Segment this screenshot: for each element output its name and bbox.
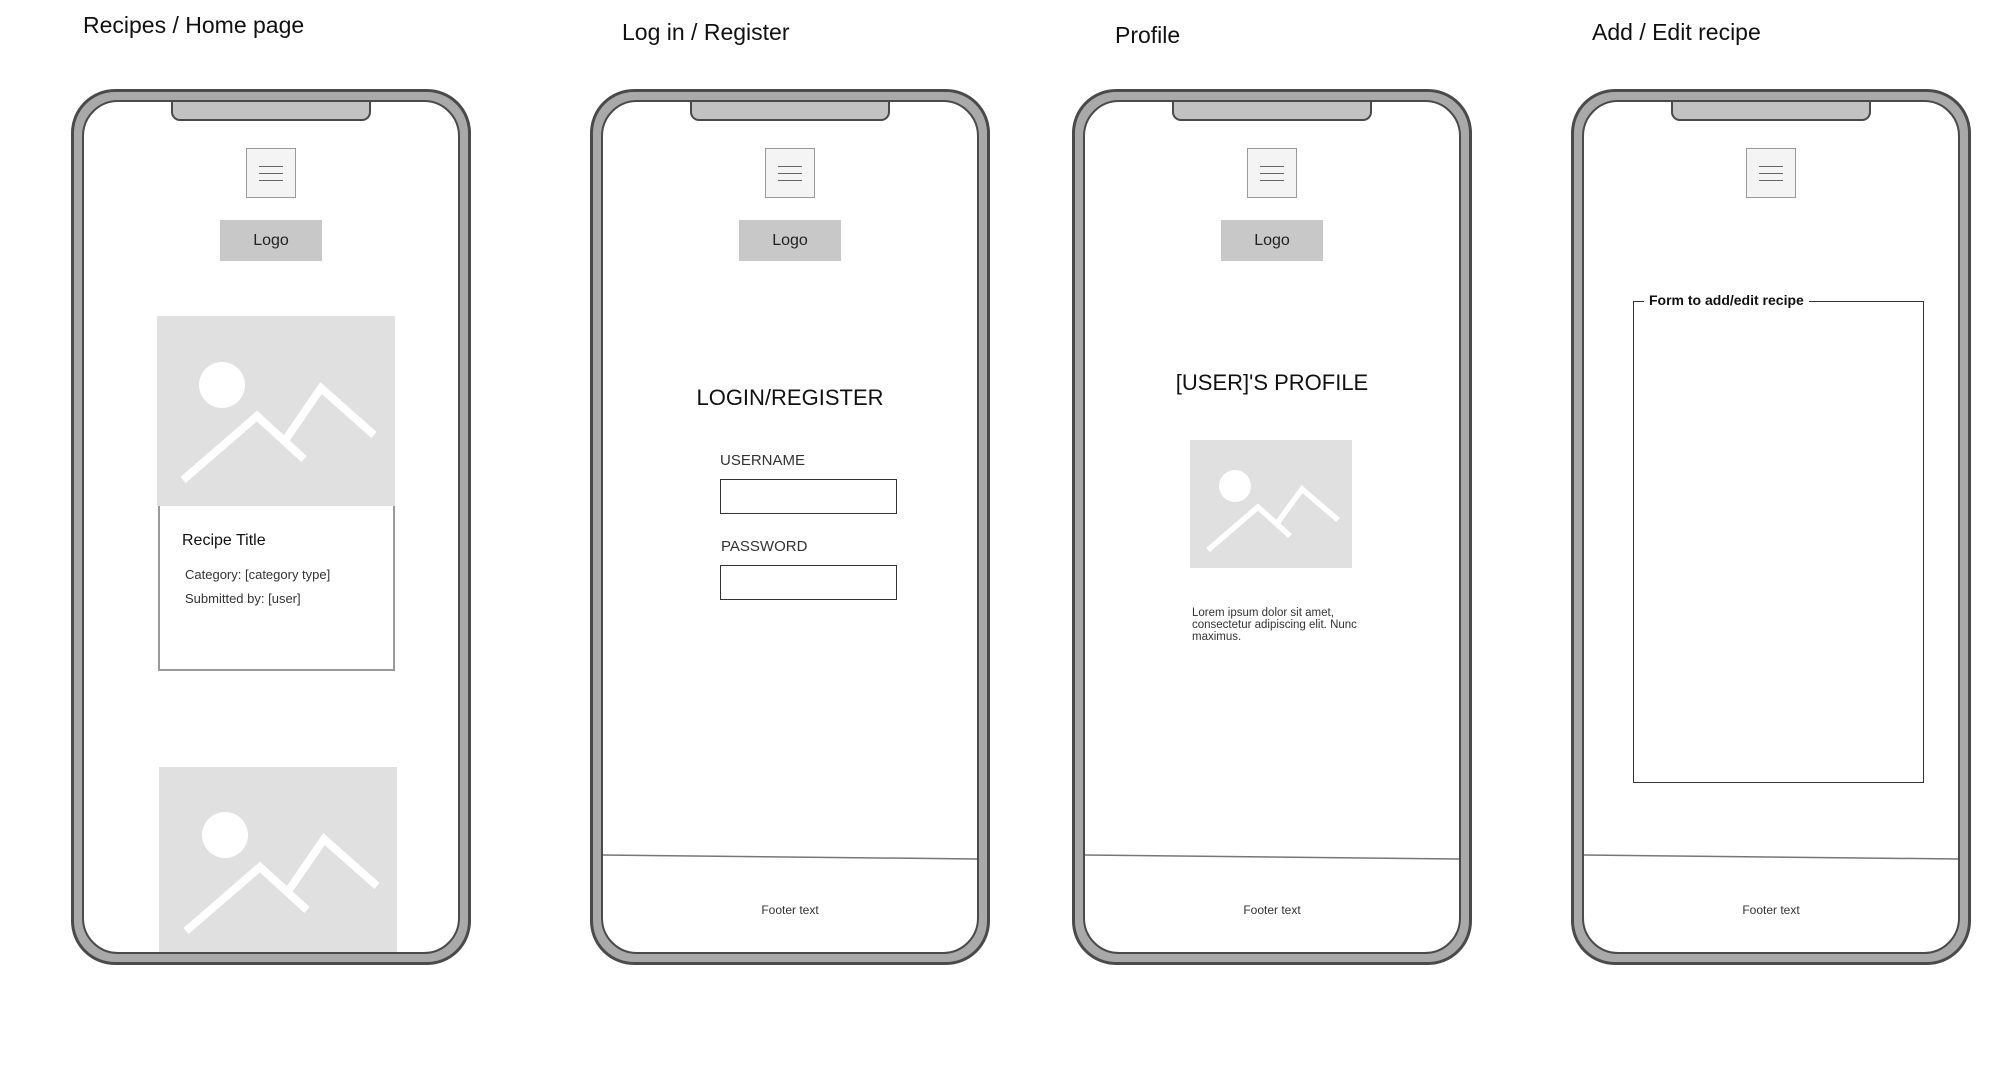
- recipe-image-placeholder-icon[interactable]: [157, 316, 395, 506]
- profile-heading: [USER]'S PROFILE: [1175, 370, 1369, 395]
- footer-divider: [1584, 854, 1958, 860]
- profile-image-placeholder-icon: [1190, 440, 1352, 568]
- phone-notch: [1671, 102, 1871, 121]
- screen-title-home: Recipes / Home page: [83, 12, 305, 38]
- hamburger-menu-icon[interactable]: [1746, 148, 1796, 198]
- footer-text: Footer text: [761, 903, 819, 917]
- footer-text: Footer text: [1243, 903, 1301, 917]
- hamburger-menu-icon[interactable]: [1247, 148, 1297, 198]
- phone-screen-profile: Logo [USER]'S PROFILE Lorem ipsum dolor …: [1083, 100, 1461, 954]
- password-label: PASSWORD: [721, 538, 808, 555]
- screen-title-login: Log in / Register: [622, 19, 790, 45]
- footer: Footer text: [603, 854, 977, 952]
- footer: Footer text: [1085, 854, 1459, 952]
- screen-title-add-edit: Add / Edit recipe: [1592, 19, 1761, 45]
- hamburger-menu-icon[interactable]: [246, 148, 296, 198]
- recipe-category: Category: [category type]: [185, 567, 331, 582]
- footer-divider: [603, 854, 977, 860]
- phone-frame-profile: Logo [USER]'S PROFILE Lorem ipsum dolor …: [1072, 89, 1472, 965]
- logo[interactable]: Logo: [1221, 220, 1323, 261]
- hamburger-menu-icon[interactable]: [765, 148, 815, 198]
- profile-bio: Lorem ipsum dolor sit amet, consectetur …: [1192, 607, 1357, 643]
- logo[interactable]: Logo: [739, 220, 841, 261]
- phone-frame-add-edit: Form to add/edit recipe Footer text: [1571, 89, 1971, 965]
- phone-frame-home: Logo Recipe Title Category: [category ty…: [71, 89, 471, 965]
- phone-notch: [690, 102, 890, 121]
- footer-text: Footer text: [1742, 903, 1800, 917]
- recipe-form[interactable]: Form to add/edit recipe: [1633, 292, 1924, 783]
- screen-title-profile: Profile: [1115, 22, 1181, 48]
- password-input[interactable]: [720, 565, 897, 600]
- login-heading: LOGIN/REGISTER: [696, 385, 884, 410]
- footer-divider: [1085, 854, 1459, 860]
- phone-notch: [171, 102, 371, 121]
- username-label: USERNAME: [720, 452, 806, 469]
- username-input[interactable]: [720, 479, 897, 514]
- recipe-form-legend: Form to add/edit recipe: [1644, 292, 1809, 308]
- recipe-title: Recipe Title: [182, 532, 266, 549]
- recipe-submitted-by: Submitted by: [user]: [185, 591, 301, 606]
- phone-screen-add-edit: Form to add/edit recipe Footer text: [1582, 100, 1960, 954]
- logo[interactable]: Logo: [220, 220, 322, 261]
- phone-notch: [1172, 102, 1372, 121]
- phone-frame-login: Logo LOGIN/REGISTER USERNAME PASSWORD Fo…: [590, 89, 990, 965]
- phone-screen-login: Logo LOGIN/REGISTER USERNAME PASSWORD Fo…: [601, 100, 979, 954]
- footer: Footer text: [1584, 854, 1958, 952]
- recipe-image-placeholder-icon[interactable]: [159, 767, 397, 952]
- phone-screen-home: Logo Recipe Title Category: [category ty…: [82, 100, 460, 954]
- recipe-card[interactable]: Recipe Title Category: [category type] S…: [158, 506, 395, 671]
